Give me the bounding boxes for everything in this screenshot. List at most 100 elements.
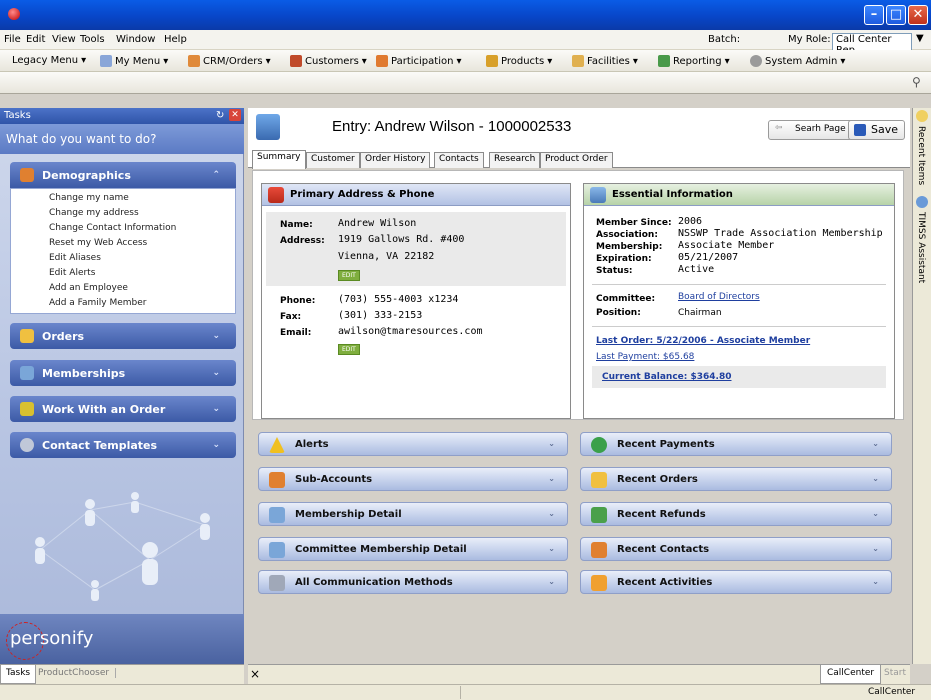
menu-file[interactable]: File: [4, 34, 21, 45]
entry-header: Entry: Andrew Wilson - 1000002533 ⇦ Searh…: [248, 108, 910, 148]
chevron-down-icon: ⌄: [548, 509, 555, 518]
toolbar-reporting[interactable]: Reporting ▾: [658, 55, 730, 67]
warning-icon: [269, 437, 285, 453]
menu-help[interactable]: Help: [164, 34, 187, 45]
toolbar-legacy-menu[interactable]: Legacy Menu ▾: [12, 55, 86, 66]
bar-alerts[interactable]: Alerts ⌄: [258, 432, 568, 456]
tab-productchooser[interactable]: ProductChooser: [38, 668, 117, 678]
tab-product-order[interactable]: Product Order: [540, 152, 613, 168]
group-work-with-order[interactable]: Work With an Order ⌄: [10, 396, 236, 422]
batch-label: Batch:: [708, 34, 741, 45]
menu-edit[interactable]: Edit: [26, 34, 45, 45]
task-edit-alerts[interactable]: Edit Alerts: [49, 266, 235, 281]
tab-bar: Summary Customer Order History Contacts …: [248, 148, 910, 169]
bar-recent-refunds[interactable]: Recent Refunds ⌄: [580, 502, 892, 526]
bar-recent-activities[interactable]: Recent Activities ⌄: [580, 570, 892, 594]
status-value: Active: [678, 264, 715, 275]
template-icon: [20, 438, 34, 452]
position-value: Chairman: [678, 308, 722, 318]
tab-summary[interactable]: Summary: [252, 150, 306, 169]
address-header: Primary Address & Phone: [262, 184, 570, 206]
essential-panel: Essential Information Member Since: 2006…: [583, 183, 895, 419]
group-contact-templates[interactable]: Contact Templates ⌄: [10, 432, 236, 458]
tab-order-history[interactable]: Order History: [360, 152, 431, 168]
bar-committee-membership[interactable]: Committee Membership Detail ⌄: [258, 537, 568, 561]
maximize-button[interactable]: □: [886, 5, 906, 25]
status-divider: [460, 686, 461, 699]
bar-membership-detail[interactable]: Membership Detail ⌄: [258, 502, 568, 526]
task-change-address[interactable]: Change my address: [49, 206, 235, 221]
side-tab-recent-items[interactable]: Recent Items: [916, 126, 926, 185]
folder-icon: [20, 329, 34, 343]
toolbar-facilities[interactable]: Facilities ▾: [572, 55, 638, 67]
group-label: Orders: [42, 329, 85, 343]
toolbar-label: CRM/Orders: [203, 55, 263, 67]
menu-tools[interactable]: Tools: [80, 34, 105, 45]
side-tab-assistant[interactable]: TIMSS Assistant: [916, 212, 926, 283]
person-icon: [591, 542, 607, 558]
group-memberships[interactable]: Memberships ⌄: [10, 360, 236, 386]
tasks-tabs: Tasks ProductChooser: [0, 664, 244, 684]
toolbar-system-admin[interactable]: System Admin ▾: [750, 55, 845, 67]
document-tabs: × CallCenter Start: [248, 664, 910, 684]
expiration-value: 05/21/2007: [678, 252, 739, 263]
save-button[interactable]: Save: [848, 120, 906, 140]
task-change-name[interactable]: Change my name: [49, 191, 235, 206]
chevron-down-icon[interactable]: ▼: [916, 33, 924, 44]
search-page-button[interactable]: ⇦ Searh Page: [768, 120, 853, 140]
entry-icon: [256, 114, 280, 140]
bar-communication-methods[interactable]: All Communication Methods ⌄: [258, 570, 568, 594]
menu-view[interactable]: View: [52, 34, 76, 45]
last-payment-link[interactable]: Last Payment: $65.68: [596, 352, 694, 362]
close-icon[interactable]: ✕: [229, 109, 241, 121]
toolbar-my-menu[interactable]: My Menu ▾: [100, 55, 168, 67]
save-label: Save: [871, 123, 899, 136]
bar-recent-payments[interactable]: Recent Payments ⌄: [580, 432, 892, 456]
current-balance-link[interactable]: Current Balance: $364.80: [602, 372, 732, 382]
minimize-button[interactable]: –: [864, 5, 884, 25]
association-label: Association:: [596, 230, 658, 240]
expiration-label: Expiration:: [596, 254, 652, 264]
toolbar-crm-orders[interactable]: CRM/Orders ▾: [188, 55, 271, 67]
bar-label: Alerts: [295, 438, 329, 450]
refresh-icon[interactable]: ↻: [216, 110, 224, 121]
task-add-family-member[interactable]: Add a Family Member: [49, 296, 235, 311]
edit-contact-button[interactable]: EDIT: [338, 344, 360, 355]
toolbar-participation[interactable]: Participation ▾: [376, 55, 461, 67]
chevron-down-icon: ⌄: [872, 577, 879, 586]
tab-start[interactable]: Start: [884, 668, 906, 678]
brand-footer: personify: [0, 614, 244, 664]
last-order-link[interactable]: Last Order: 5/22/2006 - Associate Member: [596, 336, 810, 346]
tab-tasks[interactable]: Tasks: [0, 665, 37, 684]
close-tab-icon[interactable]: ×: [250, 667, 260, 681]
phone-label: Phone:: [280, 296, 316, 306]
folder-icon: [591, 472, 607, 488]
role-label: My Role:: [788, 34, 831, 45]
bar-recent-orders[interactable]: Recent Orders ⌄: [580, 467, 892, 491]
close-button[interactable]: ✕: [908, 5, 928, 25]
menu-icon: [100, 55, 112, 67]
menu-window[interactable]: Window: [116, 34, 155, 45]
toolbar-products[interactable]: Products ▾: [486, 55, 552, 67]
bar-sub-accounts[interactable]: Sub-Accounts ⌄: [258, 467, 568, 491]
task-edit-aliases[interactable]: Edit Aliases: [49, 251, 235, 266]
task-reset-web-access[interactable]: Reset my Web Access: [49, 236, 235, 251]
committee-link[interactable]: Board of Directors: [678, 292, 760, 302]
side-bar: Recent Items TIMSS Assistant: [912, 108, 931, 664]
task-change-contact[interactable]: Change Contact Information: [49, 221, 235, 236]
toolbar-customers[interactable]: Customers ▾: [290, 55, 367, 67]
toolbar-label: Reporting: [673, 55, 722, 67]
group-demographics[interactable]: Demographics ⌃: [10, 162, 236, 188]
tab-research[interactable]: Research: [489, 152, 541, 168]
edit-address-button[interactable]: EDIT: [338, 270, 360, 281]
tab-contacts[interactable]: Contacts: [434, 152, 484, 168]
paperclip-icon[interactable]: ⚲: [912, 75, 921, 89]
tab-customer[interactable]: Customer: [306, 152, 360, 168]
member-since-label: Member Since:: [596, 218, 672, 228]
group-orders[interactable]: Orders ⌄: [10, 323, 236, 349]
tab-callcenter[interactable]: CallCenter: [820, 665, 882, 684]
menu-bar: File Edit View Tools Window Help Batch: …: [0, 30, 931, 57]
bar-recent-contacts[interactable]: Recent Contacts ⌄: [580, 537, 892, 561]
chevron-down-icon: ⌄: [872, 544, 879, 553]
task-add-employee[interactable]: Add an Employee: [49, 281, 235, 296]
